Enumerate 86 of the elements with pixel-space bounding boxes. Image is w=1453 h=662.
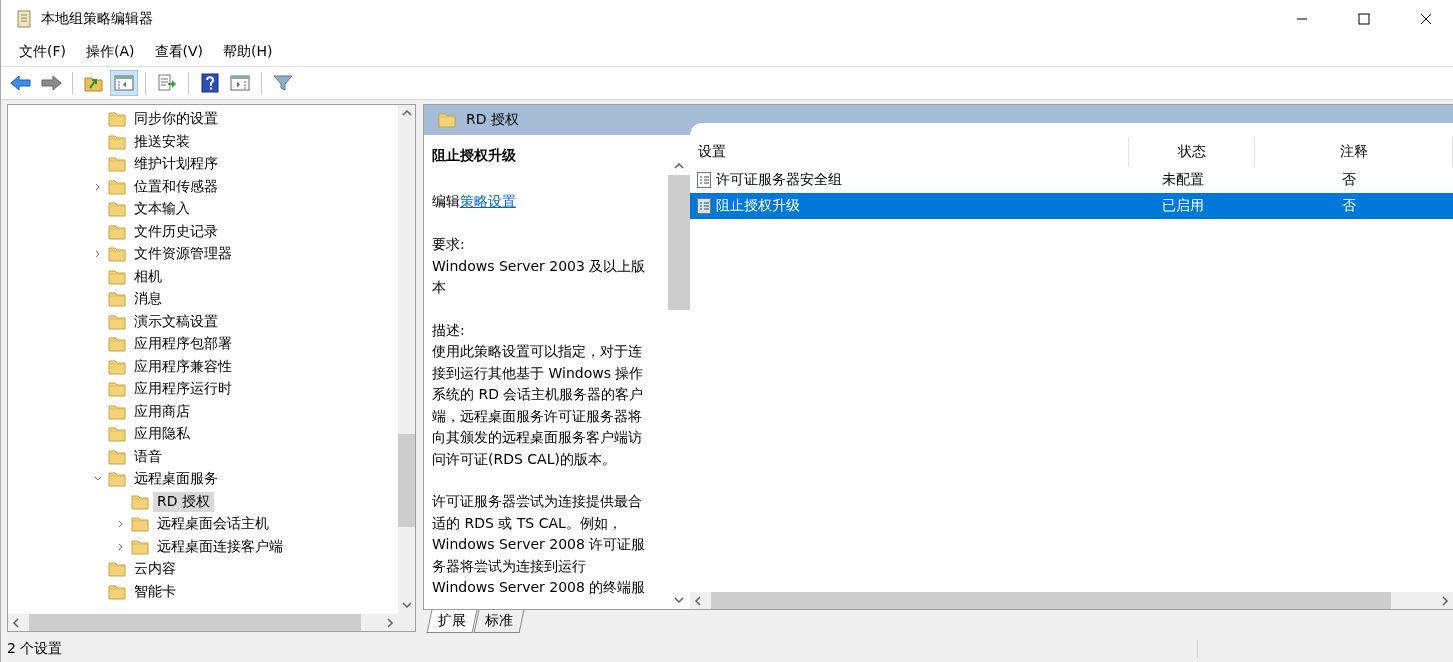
view-tab[interactable]: 扩展 [426, 610, 478, 633]
list-row[interactable]: 许可证服务器安全组 未配置 否 [690, 167, 1453, 193]
tree-item[interactable]: 维护计划程序 [130, 154, 222, 175]
pane-header: RD 授权 [466, 111, 519, 129]
folder-icon [108, 291, 126, 308]
scrollbar-thumb[interactable] [29, 614, 361, 631]
folder-icon [108, 336, 126, 353]
list-row[interactable]: 阻止授权升级 已启用 否 [690, 193, 1453, 219]
folder-icon [131, 538, 149, 555]
menu-item[interactable]: 查看(V) [144, 43, 213, 61]
menu-item[interactable]: 帮助(H) [213, 43, 283, 61]
policy-icon [696, 171, 712, 189]
status-text: 2 个设置 [1, 640, 1198, 658]
tree-item[interactable]: 远程桌面连接客户端 [153, 536, 287, 557]
tree-item[interactable]: 文件资源管理器 [130, 244, 236, 265]
tree-item[interactable]: RD 授权 [153, 491, 214, 512]
column-header[interactable]: 注释 [1255, 137, 1453, 167]
tree-item[interactable]: 位置和传感器 [130, 176, 222, 197]
tree-item[interactable]: 应用程序运行时 [130, 379, 236, 400]
tree-item[interactable]: 演示文稿设置 [130, 311, 222, 332]
folder-icon [108, 426, 126, 443]
app-icon [15, 9, 33, 29]
column-header[interactable]: 状态 [1129, 137, 1255, 167]
policy-icon [696, 197, 712, 215]
tree-item[interactable]: 文本输入 [130, 199, 194, 220]
tree-item[interactable]: 远程桌面服务 [130, 469, 222, 490]
menu-item[interactable]: 操作(A) [76, 43, 145, 61]
tree-item[interactable]: 应用隐私 [130, 424, 194, 445]
horizontal-scrollbar[interactable] [8, 614, 415, 631]
folder-icon [131, 493, 149, 510]
chevron-right-icon[interactable] [94, 182, 102, 191]
folder-icon [131, 516, 149, 533]
tree-item[interactable]: 应用程序包部署 [130, 334, 236, 355]
setting-name: 许可证服务器安全组 [716, 171, 842, 189]
folder-icon [108, 133, 126, 150]
tree-item[interactable]: 消息 [130, 289, 166, 310]
maximize-icon[interactable] [1358, 13, 1370, 25]
state-text: 未配置 [1160, 171, 1205, 189]
tree-item[interactable]: 应用商店 [130, 401, 194, 422]
window-title: 本地组策略编辑器 [41, 10, 154, 28]
folder-icon [108, 178, 126, 195]
close-icon[interactable] [1420, 13, 1432, 25]
chevron-right-icon[interactable] [117, 542, 125, 551]
tree-item[interactable]: 语音 [130, 446, 166, 467]
folder-icon [108, 246, 126, 263]
tree-item[interactable]: 应用程序兼容性 [130, 356, 236, 377]
folder-icon [108, 583, 126, 600]
folder-icon [108, 403, 126, 420]
folder-icon [108, 358, 126, 375]
setting-name: 阻止授权升级 [716, 197, 800, 215]
folder-icon [108, 201, 126, 218]
description-text: 描述: 使用此策略设置可以指定，对于连 接到运行其他基于 Windows 操作 系统的 RD 会话主机服务器的客户 端，远程桌面服务许可证服务器将 向其颁发的远程桌面服务客户端访 问许可证(RDS CAL)的版本。 [432, 320, 645, 469]
scrollbar-thumb[interactable] [398, 434, 415, 527]
folder-icon [108, 561, 126, 578]
folder-icon [108, 313, 126, 330]
column-header[interactable]: 设置 [690, 137, 1129, 167]
tree-item[interactable]: 文件历史记录 [130, 221, 222, 242]
folder-icon [108, 111, 126, 128]
folder-icon [108, 156, 126, 173]
view-tab[interactable]: 标准 [473, 610, 525, 633]
policy-title: 阻止授权升级 [432, 146, 517, 165]
folder-icon [108, 448, 126, 465]
tree-item[interactable]: 相机 [130, 266, 166, 287]
chevron-right-icon[interactable] [94, 250, 102, 259]
description-text: 许可证服务器尝试为连接提供最合 适的 RDS 或 TS CAL。例如， Windows Server 2008 许可证服 务器将尝试为连接到运行 Windows Server 2008 的终端服 [432, 492, 647, 597]
menu-item[interactable]: 文件(F) [9, 43, 76, 61]
folder-icon [108, 223, 126, 240]
folder-icon [108, 268, 126, 285]
folder-icon [108, 471, 126, 488]
folder-icon [438, 112, 456, 128]
edit-label: 编辑 [432, 192, 460, 209]
description-text: 要求: Windows Server 2003 及以上版 本 [432, 235, 647, 297]
folder-icon [108, 381, 126, 398]
tree-pane-icon[interactable] [110, 70, 138, 96]
tree-item[interactable]: 智能卡 [130, 581, 180, 602]
policy-settings-link[interactable]: 策略设置 [460, 192, 516, 209]
scrollbar-thumb[interactable] [668, 175, 690, 310]
tree-item[interactable]: 云内容 [130, 559, 180, 580]
state-text: 已启用 [1160, 197, 1205, 215]
comment-text: 否 [1341, 197, 1357, 215]
vertical-scrollbar[interactable] [398, 105, 415, 614]
tree-item[interactable]: 同步你的设置 [130, 109, 222, 130]
comment-text: 否 [1341, 171, 1357, 189]
chevron-right-icon[interactable] [117, 520, 125, 529]
tree-item[interactable]: 远程桌面会话主机 [153, 514, 273, 535]
tree-item[interactable]: 推送安装 [130, 131, 194, 152]
